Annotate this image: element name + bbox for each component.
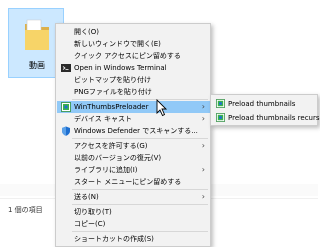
terminal-icon — [61, 64, 71, 72]
item-count-text: 1 個の項目 — [8, 206, 43, 214]
menu-item-restore-versions[interactable]: 以前のバージョンの復元(V) — [57, 152, 210, 164]
menu-item-pin-start[interactable]: スタート メニューにピン留めする — [57, 176, 210, 188]
menu-item-create-shortcut[interactable]: ショートカットの作成(S) — [57, 233, 210, 245]
winthumbs-icon — [61, 102, 71, 112]
menu-separator — [72, 138, 208, 139]
menu-item-copy[interactable]: コピー(C) — [57, 218, 210, 230]
menu-item-include-library[interactable]: ライブラリに追加(I) › — [57, 164, 210, 176]
submenu-item-preload-recursive[interactable]: Preload thumbnails recursively — [212, 111, 320, 124]
menu-separator — [72, 99, 208, 100]
menu-item-send-to[interactable]: 送る(N) › — [57, 191, 210, 203]
menu-item-defender-scan[interactable]: Windows Defender でスキャンする... — [57, 125, 210, 137]
context-menu: 開く(O) 新しいウィンドウで開く(E) クイック アクセスにピン留めする Op… — [55, 23, 211, 247]
submenu-arrow-icon: › — [201, 192, 205, 201]
submenu-arrow-icon: › — [201, 165, 205, 174]
submenu-arrow-icon: › — [201, 141, 205, 150]
menu-item-cut[interactable]: 切り取り(T) — [57, 206, 210, 218]
menu-item-paste-bitmap[interactable]: ビットマップを貼り付け — [57, 74, 210, 86]
menu-item-pin-quick-access[interactable]: クイック アクセスにピン留めする — [57, 50, 210, 62]
winthumbs-icon — [216, 113, 225, 122]
menu-item-paste-png[interactable]: PNGファイルを貼り付け — [57, 86, 210, 98]
menu-item-winthumbspreloader[interactable]: WinThumbsPreloader › — [57, 101, 210, 113]
winthumbs-submenu: Preload thumbnails Preload thumbnails re… — [210, 94, 320, 126]
menu-separator — [72, 231, 208, 232]
menu-separator — [72, 204, 208, 205]
winthumbs-icon — [216, 99, 225, 108]
folder-icon — [25, 19, 49, 50]
menu-item-open-new-window[interactable]: 新しいウィンドウで開く(E) — [57, 38, 210, 50]
mouse-cursor-icon — [156, 99, 168, 117]
submenu-item-preload[interactable]: Preload thumbnails — [212, 97, 317, 110]
submenu-arrow-icon: › — [201, 114, 205, 123]
menu-item-give-access[interactable]: アクセスを許可する(G) › — [57, 140, 210, 152]
menu-item-open-terminal[interactable]: Open in Windows Terminal — [57, 62, 210, 74]
defender-shield-icon — [62, 126, 70, 136]
menu-separator — [72, 189, 208, 190]
menu-item-open[interactable]: 開く(O) — [57, 26, 210, 38]
submenu-arrow-icon: › — [201, 102, 205, 111]
menu-item-device-cast[interactable]: デバイス キャスト › — [57, 113, 210, 125]
